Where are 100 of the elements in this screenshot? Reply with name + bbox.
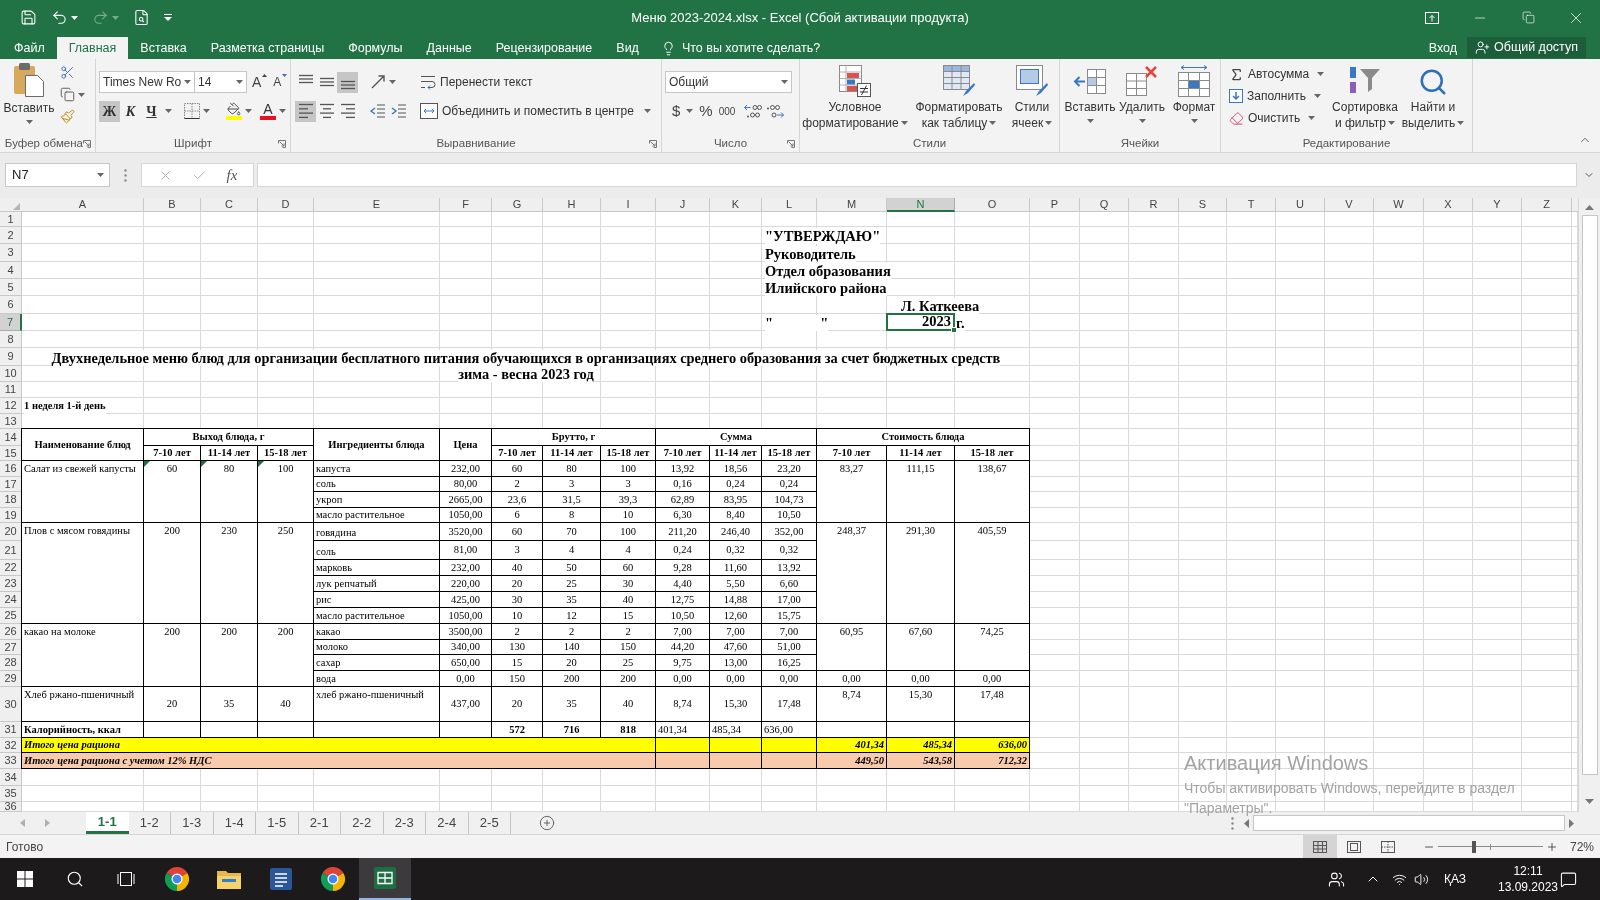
zoom-level[interactable]: 72% xyxy=(1569,837,1600,856)
row-header[interactable]: 19 xyxy=(0,508,22,523)
grow-font-button[interactable]: A xyxy=(250,74,270,90)
row-header[interactable]: 11 xyxy=(0,382,22,398)
search-icon[interactable] xyxy=(65,870,84,888)
find-select-button[interactable]: Найти и выделить xyxy=(1399,63,1467,135)
row-header[interactable]: 23 xyxy=(0,576,22,592)
add-sheet-icon[interactable] xyxy=(539,815,555,831)
people-icon[interactable] xyxy=(1327,870,1345,888)
row-header[interactable]: 14 xyxy=(0,429,22,446)
diagonal-arrow-icon[interactable] xyxy=(370,74,386,90)
row-header[interactable]: 28 xyxy=(0,655,22,671)
row-header[interactable]: 2 xyxy=(0,227,22,244)
align-left-button[interactable] xyxy=(295,100,316,122)
row-header[interactable]: 32 xyxy=(0,738,22,753)
dialog-launcher-icon[interactable] xyxy=(83,139,91,148)
row-header[interactable]: 22 xyxy=(0,560,22,576)
scroll-down-icon[interactable] xyxy=(1585,799,1594,804)
scroll-right-icon[interactable] xyxy=(1569,818,1574,828)
row-header[interactable]: 6 xyxy=(0,296,22,314)
share-button[interactable]: Общий доступ xyxy=(1467,37,1586,58)
row-header[interactable]: 25 xyxy=(0,608,22,624)
row-header[interactable]: 26 xyxy=(0,624,22,640)
ribbon-tab[interactable]: Файл xyxy=(2,37,57,59)
italic-button[interactable]: К xyxy=(120,100,141,122)
insert-cells-button[interactable]: Вставить xyxy=(1064,63,1116,123)
row-header[interactable]: 27 xyxy=(0,640,22,655)
conditional-formatting-button[interactable]: Условное форматирование xyxy=(802,63,908,131)
print-preview-icon[interactable] xyxy=(133,9,150,26)
customize-caret-icon[interactable] xyxy=(164,14,172,21)
currency-button[interactable]: $ xyxy=(669,100,684,122)
clear-button[interactable]: Очистить xyxy=(1229,109,1331,127)
row-header[interactable]: 4 xyxy=(0,262,22,279)
row-header[interactable]: 21 xyxy=(0,541,22,560)
font-size-field[interactable]: 14 xyxy=(195,71,247,93)
restore-icon[interactable] xyxy=(1521,11,1535,24)
increase-decimal-icon[interactable] xyxy=(744,103,763,119)
volume-icon[interactable] xyxy=(1413,871,1429,887)
row-header[interactable]: 33 xyxy=(0,753,22,769)
row-header[interactable]: 31 xyxy=(0,722,22,738)
network-icon[interactable] xyxy=(1391,871,1407,887)
number-format-field[interactable]: Общий xyxy=(665,71,792,93)
row-header[interactable]: 30 xyxy=(0,687,22,722)
row-header[interactable]: 20 xyxy=(0,523,22,541)
row-header[interactable]: 34 xyxy=(0,769,22,786)
font-name-field[interactable]: Times New Ro xyxy=(99,71,195,93)
clock-time[interactable]: 12:11 xyxy=(1513,863,1543,879)
row-header[interactable]: 16 xyxy=(0,461,22,477)
row-header[interactable]: 29 xyxy=(0,671,22,687)
ribbon-tab[interactable]: Вид xyxy=(604,37,651,59)
fill-button[interactable]: Заполнить xyxy=(1229,87,1331,105)
delete-cells-button[interactable]: Удалить xyxy=(1116,63,1168,123)
row-header[interactable]: 9 xyxy=(0,348,22,366)
ribbon-tab[interactable]: Рецензирование xyxy=(483,37,605,59)
dialog-launcher-icon[interactable] xyxy=(278,139,286,148)
scroll-up-icon[interactable] xyxy=(1585,205,1594,210)
start-icon[interactable] xyxy=(16,871,33,887)
notifications-icon[interactable] xyxy=(1560,870,1577,888)
fill-handle[interactable] xyxy=(951,327,957,333)
wrap-text-button[interactable]: Перенести текст xyxy=(420,73,533,91)
align-bottom-button[interactable] xyxy=(337,71,358,93)
paste-button[interactable]: Вставить xyxy=(0,63,58,135)
row-header[interactable]: 12 xyxy=(0,398,22,414)
indent-decrease-icon[interactable] xyxy=(370,103,386,119)
sign-in-link[interactable]: Вход xyxy=(1420,37,1465,59)
ribbon-display-options-icon[interactable] xyxy=(1425,11,1439,24)
row-header[interactable]: 7 xyxy=(0,314,22,331)
comma-style-button[interactable]: 000 xyxy=(715,100,739,122)
row-header[interactable]: 5 xyxy=(0,279,22,296)
row-header[interactable]: 10 xyxy=(0,366,22,382)
merge-center-button[interactable]: Объединить и поместить в центре xyxy=(420,102,651,120)
row-header[interactable]: 15 xyxy=(0,446,22,461)
insert-function-button[interactable]: fx xyxy=(226,163,238,187)
zoom-in-icon[interactable] xyxy=(1545,840,1558,853)
row-header[interactable]: 3 xyxy=(0,244,22,262)
sort-filter-button[interactable]: Сортировка и фильтр xyxy=(1331,63,1399,135)
clock-date[interactable]: 13.09.2023 xyxy=(1497,879,1559,895)
decrease-decimal-icon[interactable] xyxy=(766,103,785,119)
ribbon-tab[interactable]: Данные xyxy=(414,37,484,59)
selected-cell[interactable]: 2023 xyxy=(886,313,955,331)
fill-color-icon[interactable] xyxy=(226,102,242,120)
sheet-tab[interactable]: 1-1 xyxy=(86,812,129,834)
ribbon-tab[interactable]: Вставка xyxy=(128,37,199,59)
percent-button[interactable]: % xyxy=(696,100,716,122)
cut-icon[interactable] xyxy=(60,65,75,80)
borders-icon[interactable] xyxy=(184,103,200,119)
task-view-icon[interactable] xyxy=(116,871,135,887)
copy-icon[interactable] xyxy=(60,87,75,102)
underline-button[interactable]: Ч xyxy=(141,100,162,122)
row-header[interactable]: 13 xyxy=(0,414,22,429)
ribbon-tab[interactable]: Формулы xyxy=(336,37,415,59)
normal-view-button[interactable] xyxy=(1302,835,1337,858)
row-header[interactable]: 18 xyxy=(0,492,22,508)
font-color-button[interactable]: A xyxy=(260,102,276,120)
shrink-font-button[interactable]: A xyxy=(271,74,290,90)
column-header[interactable]: N xyxy=(887,198,955,212)
zoom-slider[interactable] xyxy=(1437,840,1543,853)
tell-me-field[interactable]: Что вы хотите сделать? xyxy=(681,38,852,58)
row-header[interactable]: 8 xyxy=(0,331,22,348)
bold-button[interactable]: Ж xyxy=(99,100,120,122)
